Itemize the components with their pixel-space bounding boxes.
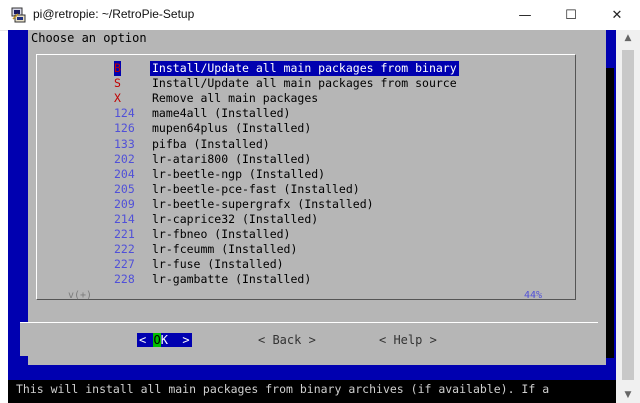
menu-item-label: mame4all (Installed) [152,106,291,121]
close-button[interactable]: ✕ [594,0,640,30]
menu-item-label: mupen64plus (Installed) [152,121,312,136]
dialog-shadow [606,68,614,358]
scroll-up-arrow-icon[interactable]: ▲ [616,30,640,46]
menu-item-label: lr-beetle-pce-fast (Installed) [152,181,360,196]
menu-item-tag: 221 [114,227,135,242]
menu-item-label: lr-atari800 (Installed) [152,151,312,166]
terminal-area[interactable]: Choose an option B Install/Update all mai… [8,30,616,403]
menu-item-tag: 202 [114,151,135,166]
menu-item[interactable]: X Remove all main packages [8,91,568,106]
menu-item-label: lr-fbneo (Installed) [152,227,291,242]
menu-item[interactable]: 124 mame4all (Installed) [8,106,568,121]
menu-item-tag: B [114,61,121,76]
scroll-down-arrow-icon[interactable]: ▼ [616,387,640,403]
ok-button-left: < [139,333,154,347]
menu-item-tag: X [114,91,121,106]
menu-item[interactable]: S Install/Update all main packages from s… [8,76,568,91]
window-title: pi@retropie: ~/RetroPie-Setup [33,7,195,21]
menu-item-label: lr-gambatte (Installed) [152,272,312,287]
menu-item-tag: 222 [114,242,135,257]
ok-hotkey: O [153,333,161,347]
menu-item[interactable]: 205 lr-beetle-pce-fast (Installed) [8,182,568,197]
menu-item-tag: 209 [114,196,135,211]
ok-button[interactable]: < OK > [137,333,192,347]
menu-item[interactable]: 133 pifba (Installed) [8,137,568,152]
menu-item[interactable]: 228 lr-gambatte (Installed) [8,272,568,287]
window-titlebar: pi@retropie: ~/RetroPie-Setup — ☐ ✕ [0,0,640,31]
menu-item-label: pifba (Installed) [152,136,270,151]
menu-item-tag: 124 [114,106,135,121]
menu-item-label: lr-beetle-ngp (Installed) [152,166,326,181]
menu-item-tag: 133 [114,136,135,151]
menu-item[interactable]: 221 lr-fbneo (Installed) [8,227,568,242]
ok-button-rest: K > [160,333,190,347]
menu-item[interactable]: 222 lr-fceumm (Installed) [8,242,568,257]
menu-item-tag: 204 [114,166,135,181]
menu-item-label: Install/Update all main packages from so… [152,76,457,91]
menu-item-label: lr-beetle-supergrafx (Installed) [152,196,374,211]
menu-item[interactable]: B Install/Update all main packages from b… [8,61,568,76]
minimize-button[interactable]: — [502,0,548,30]
help-button[interactable]: < Help > [379,333,437,347]
menu-item-tag: S [114,76,121,91]
menu-item[interactable]: 214 lr-caprice32 (Installed) [8,212,568,227]
vertical-scrollbar[interactable]: ▲ ▼ [616,30,640,403]
menu-item[interactable]: 202 lr-atari800 (Installed) [8,152,568,167]
menu-item-tag: 228 [114,272,135,287]
putty-icon [11,7,26,23]
menu-item[interactable]: 209 lr-beetle-supergrafx (Installed) [8,197,568,212]
maximize-button[interactable]: ☐ [548,0,594,30]
dialog-title: Choose an option [31,31,147,45]
menu-item-label: lr-fuse (Installed) [152,257,284,272]
back-button[interactable]: < Back > [258,333,316,347]
menu-item-tag: 126 [114,121,135,136]
menu-item-label: Remove all main packages [152,91,319,106]
menu-item[interactable]: 204 lr-beetle-ngp (Installed) [8,167,568,182]
menu-item-label: lr-fceumm (Installed) [152,242,298,257]
menu-item-label: Install/Update all main packages from bi… [150,61,459,76]
menu-item[interactable]: 126 mupen64plus (Installed) [8,121,568,136]
status-line: This will install all main packages from… [8,380,624,398]
menu-item-label: lr-caprice32 (Installed) [152,212,319,226]
scrollbar-thumb[interactable] [622,50,634,380]
menu-item-tag: 214 [114,212,135,226]
menu-item-tag: 205 [114,181,135,196]
menu-item[interactable]: 227 lr-fuse (Installed) [8,257,568,272]
scroll-indicator: v(+) [68,290,93,301]
menu-item-tag: 227 [114,257,135,272]
progress-percent: 44% [524,290,543,301]
